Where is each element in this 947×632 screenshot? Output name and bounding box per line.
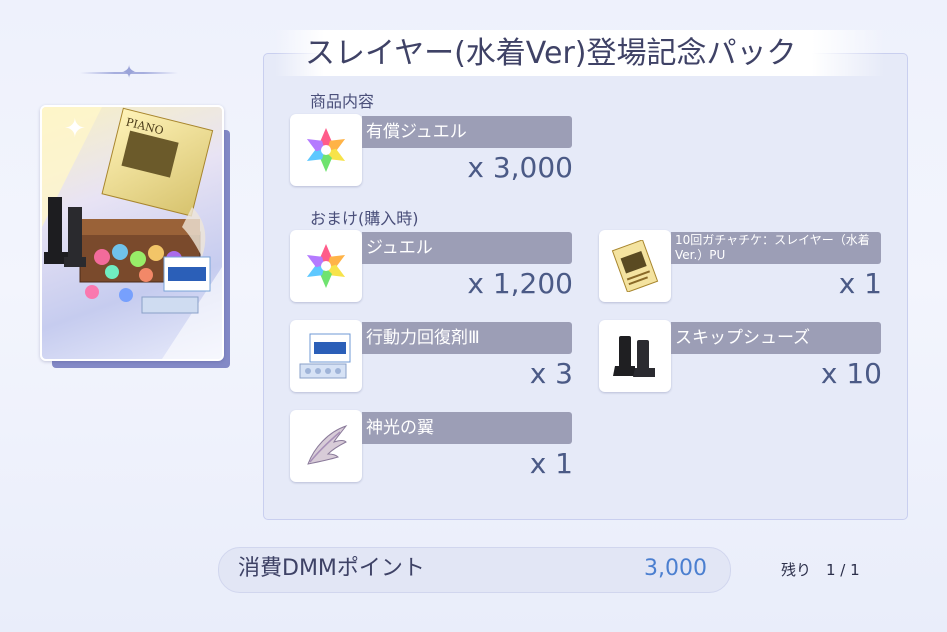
item-name-bar: 神光の翼 <box>362 412 572 444</box>
item-name-bar: ジュエル <box>362 232 572 264</box>
item-name-bar: 10回ガチャチケ：スレイヤー（水着Ver.）PU <box>671 232 881 264</box>
jewel-icon <box>290 114 362 186</box>
item-paid-jewel: 有償ジュエル x 3,000 <box>290 114 573 189</box>
cost-value: 3,000 <box>644 556 707 581</box>
item-quantity: x 10 <box>820 357 882 390</box>
item-name-bar: スキップシューズ <box>671 322 881 354</box>
item-name: スキップシューズ <box>675 328 811 348</box>
pack-title: スレイヤー(水着Ver)登場記念パック <box>305 36 797 71</box>
item-skip-shoes: スキップシューズ x 10 <box>599 320 882 395</box>
remaining-count: 残り 1 / 1 <box>781 561 860 579</box>
item-recovery-potion: 行動力回復剤Ⅲ x 3 <box>290 320 573 395</box>
recovery-box-icon <box>290 320 362 392</box>
sparkle-icon: ✦ <box>121 62 137 83</box>
item-name-bar: 行動力回復剤Ⅲ <box>362 322 572 354</box>
bonus-heading: おまけ(購入時) <box>310 209 419 228</box>
item-name: 行動力回復剤Ⅲ <box>366 328 480 348</box>
item-quantity: x 3 <box>529 357 573 390</box>
item-quantity: x 3,000 <box>467 151 573 184</box>
item-gacha-ticket: 10回ガチャチケ：スレイヤー（水着Ver.）PU x 1 <box>599 230 882 305</box>
cost-label: 消費DMMポイント <box>238 556 425 581</box>
item-quantity: x 1 <box>838 267 882 300</box>
jewel-icon <box>290 230 362 302</box>
svg-text:✦: ✦ <box>64 114 86 144</box>
item-name: 有償ジュエル <box>366 122 467 142</box>
item-divine-wing: 神光の翼 x 1 <box>290 410 573 485</box>
item-name-bar: 有償ジュエル <box>362 116 572 148</box>
pack-image: PIANO ✦ <box>40 105 224 361</box>
item-name: ジュエル <box>366 238 433 258</box>
wing-icon <box>290 410 362 482</box>
item-name: 10回ガチャチケ：スレイヤー（水着Ver.）PU <box>675 233 870 262</box>
item-name: 神光の翼 <box>366 418 434 438</box>
contents-heading: 商品内容 <box>310 92 375 111</box>
item-bonus-jewel: ジュエル x 1,200 <box>290 230 573 305</box>
item-quantity: x 1 <box>529 447 573 480</box>
gacha-ticket-icon <box>599 230 671 302</box>
boots-icon <box>599 320 671 392</box>
item-quantity: x 1,200 <box>467 267 573 300</box>
